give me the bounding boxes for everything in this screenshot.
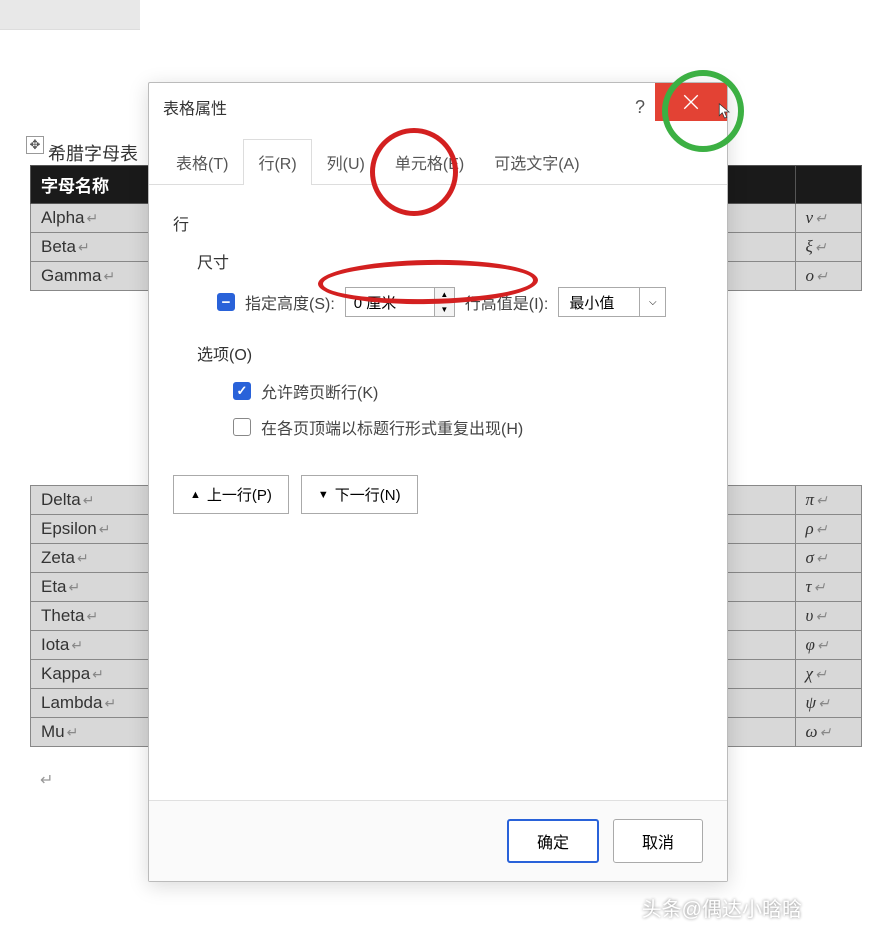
- table-properties-dialog: 表格属性 ? 表格(T) 行(R) 列(U) 单元格(E) 可选文字(A) 行 …: [148, 82, 728, 882]
- chevron-down-icon: ⌵: [639, 288, 665, 316]
- height-spinner: ▲ ▼: [345, 287, 455, 317]
- dialog-title: 表格属性: [163, 95, 227, 119]
- table-title: 希腊字母表: [48, 140, 138, 166]
- spinner-down[interactable]: ▼: [435, 303, 454, 317]
- specify-height-label: 指定高度(S):: [245, 290, 335, 314]
- size-section-label: 尺寸: [197, 249, 703, 273]
- tab-cell[interactable]: 单元格(E): [380, 139, 479, 184]
- row-section-label: 行: [173, 211, 703, 235]
- allow-break-row: 允许跨页断行(K): [233, 379, 703, 403]
- tab-alt-text[interactable]: 可选文字(A): [479, 139, 594, 184]
- triangle-up-icon: ▲: [190, 489, 201, 501]
- ok-button[interactable]: 确定: [507, 819, 599, 863]
- row-height-is-label: 行高值是(I):: [465, 290, 549, 314]
- help-button[interactable]: ?: [635, 97, 645, 118]
- cancel-button[interactable]: 取消: [613, 819, 703, 863]
- row-height-value: 最小值: [559, 288, 639, 316]
- cursor-icon: [717, 103, 735, 121]
- close-button[interactable]: [655, 83, 727, 121]
- allow-break-label: 允许跨页断行(K): [261, 379, 378, 403]
- allow-break-checkbox[interactable]: [233, 382, 251, 400]
- tab-row[interactable]: 行(R): [243, 139, 311, 185]
- height-row: 指定高度(S): ▲ ▼ 行高值是(I): 最小值 ⌵: [217, 287, 703, 317]
- row-nav-buttons: ▲上一行(P) ▼下一行(N): [173, 475, 703, 514]
- height-input[interactable]: [345, 287, 435, 317]
- watermark: 头条@偶达小晗晗: [642, 893, 802, 922]
- repeat-header-label: 在各页顶端以标题行形式重复出现(H): [261, 415, 523, 439]
- dialog-tabs: 表格(T) 行(R) 列(U) 单元格(E) 可选文字(A): [149, 139, 727, 185]
- repeat-header-checkbox[interactable]: [233, 418, 251, 436]
- next-row-button[interactable]: ▼下一行(N): [301, 475, 418, 514]
- dialog-titlebar: 表格属性 ?: [149, 83, 727, 131]
- spinner-up[interactable]: ▲: [435, 288, 454, 303]
- table-move-handle[interactable]: ✥: [26, 136, 44, 154]
- document-tab: [0, 0, 140, 30]
- repeat-header-row: 在各页顶端以标题行形式重复出现(H): [233, 415, 703, 439]
- paragraph-mark: ↵: [40, 770, 53, 790]
- row-height-select[interactable]: 最小值 ⌵: [558, 287, 666, 317]
- triangle-down-icon: ▼: [318, 489, 329, 501]
- header-col-3: [795, 166, 861, 204]
- prev-row-button[interactable]: ▲上一行(P): [173, 475, 289, 514]
- dialog-footer: 确定 取消: [149, 800, 727, 881]
- tab-column[interactable]: 列(U): [312, 139, 380, 184]
- close-icon: [682, 93, 700, 111]
- tab-table[interactable]: 表格(T): [161, 139, 243, 184]
- options-section-label: 选项(O): [197, 341, 703, 365]
- height-spinner-buttons: ▲ ▼: [435, 287, 455, 317]
- specify-height-checkbox[interactable]: [217, 293, 235, 311]
- dialog-body: 行 尺寸 指定高度(S): ▲ ▼ 行高值是(I): 最小值 ⌵ 选项(O): [149, 185, 727, 532]
